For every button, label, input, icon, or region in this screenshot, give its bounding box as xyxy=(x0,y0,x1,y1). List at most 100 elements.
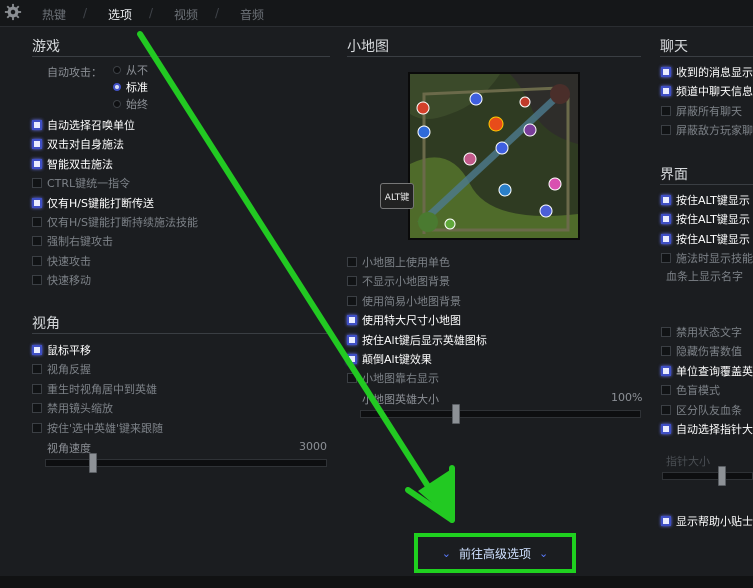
advanced-options-button[interactable]: ⌄ 前往高级选项 ⌄ xyxy=(414,533,576,573)
option-row[interactable]: 快速移动 xyxy=(32,272,91,288)
option-row[interactable]: 鼠标平移 xyxy=(32,342,91,358)
hero-size-slider-track[interactable] xyxy=(360,410,641,418)
checkbox-checked[interactable] xyxy=(32,345,42,355)
checkbox-checked[interactable] xyxy=(661,365,671,376)
option-row[interactable]: 收到的消息显示 xyxy=(661,64,753,80)
hero-size-slider-handle[interactable] xyxy=(451,404,460,424)
pointer-size-slider-handle[interactable] xyxy=(718,466,726,486)
option-row[interactable]: 按住Alt键后显示英雄图标 xyxy=(347,332,487,348)
checkbox-unchecked[interactable] xyxy=(347,295,357,306)
option-row[interactable]: 单位查询覆盖英 xyxy=(661,363,753,379)
checkbox-unchecked[interactable] xyxy=(32,236,42,247)
checkbox-checked[interactable] xyxy=(661,67,671,77)
option-label: 小地图靠右显示 xyxy=(362,372,439,386)
checkbox-checked[interactable] xyxy=(661,233,671,244)
option-row[interactable]: 区分队友血条 xyxy=(661,402,742,418)
option-row[interactable]: 视角反握 xyxy=(32,361,91,377)
checkbox-checked[interactable] xyxy=(347,334,357,345)
checkbox-checked[interactable] xyxy=(347,315,357,326)
checkbox-unchecked[interactable] xyxy=(661,385,671,396)
option-row[interactable]: 仅有H/S键能打断持续施法技能 xyxy=(32,214,198,230)
checkbox-unchecked[interactable] xyxy=(347,276,357,287)
radio-button[interactable] xyxy=(113,83,121,91)
option-row[interactable]: 自动选择指针大 xyxy=(661,421,753,437)
checkbox-unchecked[interactable] xyxy=(32,275,42,286)
checkbox-checked[interactable] xyxy=(347,354,357,364)
tab-options[interactable]: 选项 xyxy=(108,6,132,23)
option-row[interactable]: 使用特大尺寸小地图 xyxy=(347,312,461,328)
option-row[interactable]: 按住ALT键显示 xyxy=(661,231,750,247)
option-label: 使用特大尺寸小地图 xyxy=(362,314,461,328)
pointer-size-slider-track[interactable] xyxy=(662,472,753,480)
radio-button[interactable] xyxy=(113,66,121,74)
radio-button[interactable] xyxy=(113,100,121,108)
option-row[interactable]: 施法时显示技能 xyxy=(661,250,753,266)
checkbox-checked[interactable] xyxy=(32,197,42,208)
checkbox-checked[interactable] xyxy=(661,86,671,97)
option-row[interactable]: 智能双击施法 xyxy=(32,156,113,172)
checkbox-unchecked[interactable] xyxy=(661,125,671,136)
option-row[interactable]: 重生时视角居中到英雄 xyxy=(32,381,157,397)
checkbox-checked[interactable] xyxy=(661,424,671,434)
option-row[interactable]: 使用简易小地图背景 xyxy=(347,293,461,309)
gear-icon[interactable] xyxy=(4,3,22,21)
auto-attack-option[interactable]: 始终 xyxy=(113,96,148,112)
option-row[interactable]: 按住'选中英雄'键来跟随 xyxy=(32,420,163,436)
checkbox-unchecked[interactable] xyxy=(32,383,42,394)
checkbox-unchecked[interactable] xyxy=(661,346,671,357)
tab-video[interactable]: 视频 xyxy=(174,6,198,23)
option-label: 屏蔽所有聊天 xyxy=(676,104,742,118)
checkbox-checked[interactable] xyxy=(661,214,671,225)
section-title-game: 游戏 xyxy=(32,39,60,55)
option-row[interactable]: 屏蔽敌方玩家聊 xyxy=(661,122,753,138)
checkbox-checked[interactable] xyxy=(32,158,42,169)
option-row[interactable]: 仅有H/S键能打断传送 xyxy=(32,195,154,211)
checkbox-checked[interactable] xyxy=(32,139,42,150)
camera-speed-slider-track[interactable] xyxy=(45,459,327,467)
option-row[interactable]: CTRL键统一指令 xyxy=(32,175,130,191)
option-row[interactable]: 快速攻击 xyxy=(32,253,91,269)
checkbox-unchecked[interactable] xyxy=(32,255,42,266)
option-row[interactable]: 强制右键攻击 xyxy=(32,233,113,249)
checkbox-unchecked[interactable] xyxy=(32,178,42,189)
option-row[interactable]: 按住ALT键显示 xyxy=(661,192,750,208)
option-row[interactable]: 按住ALT键显示 xyxy=(661,211,750,227)
option-row[interactable]: 频道中聊天信息 xyxy=(661,83,753,99)
checkbox-unchecked[interactable] xyxy=(661,253,671,264)
option-row[interactable]: 小地图靠右显示 xyxy=(347,370,439,386)
option-row[interactable]: 禁用状态文字 xyxy=(661,324,742,340)
tab-audio[interactable]: 音频 xyxy=(240,6,264,23)
checkbox-unchecked[interactable] xyxy=(32,217,42,227)
option-row[interactable]: 显示帮助小贴士 xyxy=(661,513,753,529)
option-row[interactable]: 色盲模式 xyxy=(661,382,720,398)
chevron-down-icon: ⌄ xyxy=(441,546,451,560)
option-row[interactable]: 自动选择召唤单位 xyxy=(32,117,135,133)
option-row[interactable]: 隐藏伤害数值 xyxy=(661,343,742,359)
checkbox-unchecked[interactable] xyxy=(661,105,671,116)
checkbox-unchecked[interactable] xyxy=(347,257,357,267)
option-row[interactable]: 禁用镜头缩放 xyxy=(32,400,113,416)
camera-speed-label: 视角速度 xyxy=(47,442,91,455)
option-row[interactable]: 不显示小地图背景 xyxy=(347,273,450,289)
option-row[interactable]: 小地图上使用单色 xyxy=(347,254,450,270)
option-row[interactable]: 双击对自身施法 xyxy=(32,136,124,152)
auto-attack-option[interactable]: 标准 xyxy=(113,79,148,95)
checkbox-unchecked[interactable] xyxy=(661,327,671,337)
checkbox-checked[interactable] xyxy=(661,516,671,526)
option-label: 收到的消息显示 xyxy=(676,66,753,79)
option-label: 单位查询覆盖英 xyxy=(676,364,753,378)
checkbox-unchecked[interactable] xyxy=(32,403,42,414)
checkbox-checked[interactable] xyxy=(661,195,671,205)
tab-hotkeys[interactable]: 热键 xyxy=(42,6,66,23)
checkbox-unchecked[interactable] xyxy=(32,422,42,433)
auto-attack-option[interactable]: 从不 xyxy=(113,62,148,78)
option-label: 按住'选中英雄'键来跟随 xyxy=(47,421,164,435)
checkbox-checked[interactable] xyxy=(32,120,42,130)
option-row[interactable]: 屏蔽所有聊天 xyxy=(661,103,742,119)
option-label: 区分队友血条 xyxy=(676,403,742,417)
checkbox-unchecked[interactable] xyxy=(347,373,357,384)
checkbox-unchecked[interactable] xyxy=(661,404,671,415)
checkbox-unchecked[interactable] xyxy=(32,364,42,375)
camera-speed-slider-handle[interactable] xyxy=(88,453,97,473)
option-row[interactable]: 颠倒Alt键效果 xyxy=(347,351,432,367)
